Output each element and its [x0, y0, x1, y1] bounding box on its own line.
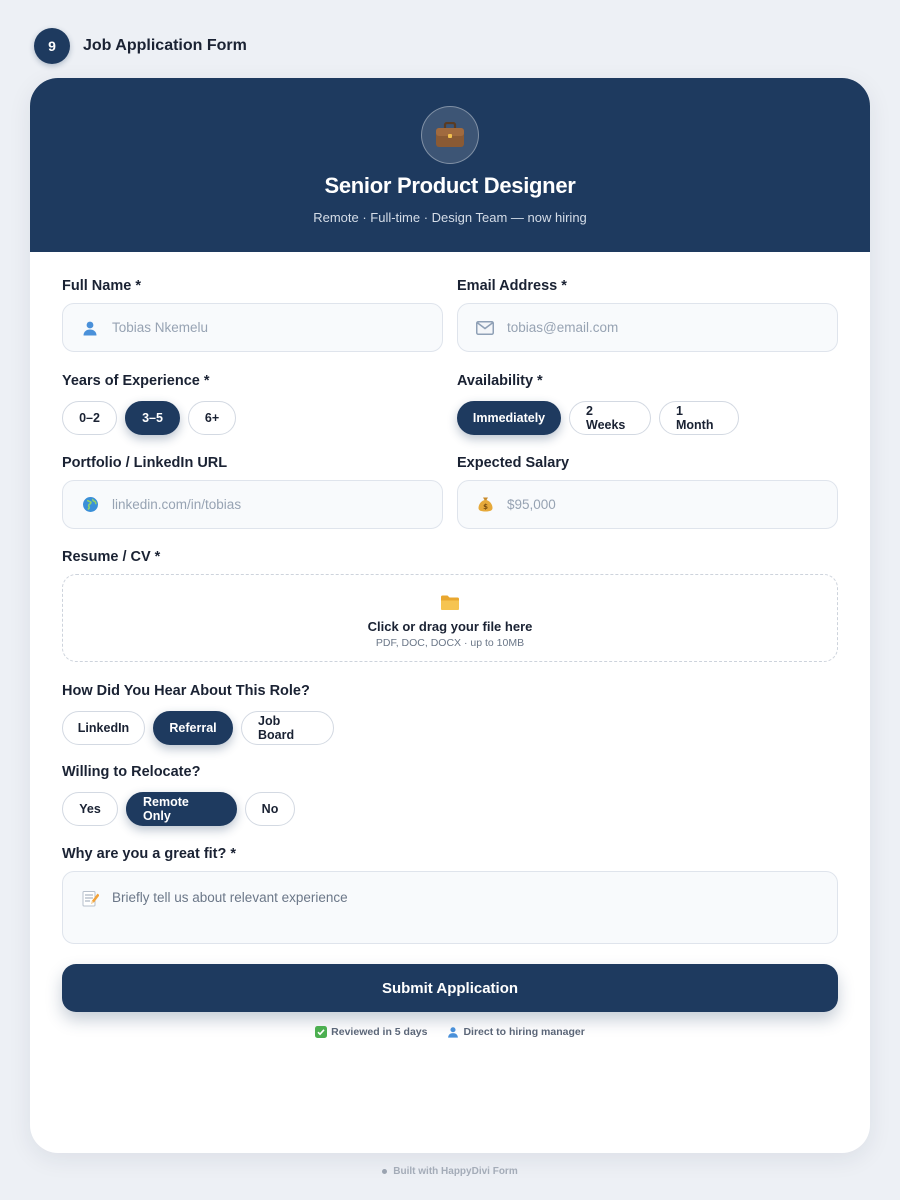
envelope-icon: [475, 318, 495, 338]
experience-label: Years of Experience *: [62, 373, 210, 389]
trust-notes: Reviewed in 5 days Direct to hiring mana…: [62, 1026, 838, 1038]
trust-item-manager: Direct to hiring manager: [447, 1026, 585, 1038]
folder-icon: [440, 592, 460, 612]
experience-options: 0–2 3–5 6+: [62, 401, 236, 435]
full-name-field[interactable]: Tobias Nkemelu: [62, 303, 443, 352]
job-subtitle: Remote · Full-time · Design Team — now h…: [313, 210, 587, 225]
svg-text:$: $: [483, 503, 488, 511]
salary-field[interactable]: $ $95,000: [457, 480, 838, 529]
person-icon: [447, 1026, 459, 1038]
job-title: Senior Product Designer: [324, 173, 576, 198]
experience-option-3-5[interactable]: 3–5: [125, 401, 180, 435]
relocate-option-no[interactable]: No: [245, 792, 295, 826]
resume-upload-hint: PDF, DOC, DOCX · up to 10MB: [375, 637, 525, 649]
fit-textarea[interactable]: Briefly tell us about relevant experienc…: [62, 871, 838, 944]
fit-placeholder: Briefly tell us about relevant experienc…: [112, 890, 348, 905]
fit-label: Why are you a great fit? *: [62, 846, 237, 862]
availability-option-2-weeks[interactable]: 2 Weeks: [569, 401, 651, 435]
portfolio-label: Portfolio / LinkedIn URL: [62, 455, 228, 471]
application-card: Senior Product Designer Remote · Full-ti…: [30, 78, 870, 1153]
person-icon: [80, 318, 100, 338]
footer: Built with HappyDivi Form: [0, 1166, 900, 1177]
briefcase-icon: [421, 106, 479, 164]
resume-upload-title: Click or drag your file here: [367, 619, 533, 634]
trust-item-review: Reviewed in 5 days: [315, 1026, 427, 1038]
relocate-label: Willing to Relocate?: [62, 764, 201, 780]
availability-options: Immediately 2 Weeks 1 Month: [457, 401, 739, 435]
trust-text-review: Reviewed in 5 days: [331, 1026, 428, 1038]
source-options: LinkedIn Referral Job Board: [62, 711, 334, 745]
experience-option-0-2[interactable]: 0–2: [62, 401, 117, 435]
experience-option-6-plus[interactable]: 6+: [188, 401, 236, 435]
footer-text: Built with HappyDivi Form: [393, 1166, 518, 1177]
form-title: Job Application Form: [83, 37, 247, 54]
salary-placeholder: $95,000: [507, 497, 556, 512]
email-placeholder: tobias@email.com: [507, 320, 619, 335]
source-option-linkedin[interactable]: LinkedIn: [62, 711, 145, 745]
full-name-label: Full Name *: [62, 278, 141, 294]
full-name-placeholder: Tobias Nkemelu: [112, 320, 209, 335]
availability-option-1-month[interactable]: 1 Month: [659, 401, 739, 435]
submit-button[interactable]: Submit Application: [62, 964, 838, 1012]
memo-icon: [80, 889, 100, 907]
relocate-option-remote-only[interactable]: Remote Only: [126, 792, 237, 826]
source-option-job-board[interactable]: Job Board: [241, 711, 334, 745]
trust-text-manager: Direct to hiring manager: [463, 1026, 585, 1038]
step-number-badge: 9: [34, 28, 70, 64]
globe-icon: [80, 495, 100, 515]
job-header: Senior Product Designer Remote · Full-ti…: [30, 78, 870, 252]
relocate-options: Yes Remote Only No: [62, 792, 295, 826]
portfolio-placeholder: linkedin.com/in/tobias: [112, 497, 242, 512]
source-label: How Did You Hear About This Role?: [62, 683, 310, 699]
email-label: Email Address *: [457, 278, 567, 294]
portfolio-field[interactable]: linkedin.com/in/tobias: [62, 480, 443, 529]
source-option-referral[interactable]: Referral: [153, 711, 233, 745]
salary-label: Expected Salary: [457, 455, 570, 471]
availability-option-immediately[interactable]: Immediately: [457, 401, 561, 435]
email-field[interactable]: tobias@email.com: [457, 303, 838, 352]
resume-upload-dropzone[interactable]: Click or drag your file here PDF, DOC, D…: [62, 574, 838, 662]
step-header: 9 Job Application Form: [34, 28, 247, 64]
resume-label: Resume / CV *: [62, 549, 161, 565]
check-icon: [315, 1026, 328, 1038]
money-bag-icon: $: [475, 495, 495, 515]
footer-dot: [382, 1169, 388, 1174]
relocate-option-yes[interactable]: Yes: [62, 792, 118, 826]
availability-label: Availability *: [457, 373, 543, 389]
